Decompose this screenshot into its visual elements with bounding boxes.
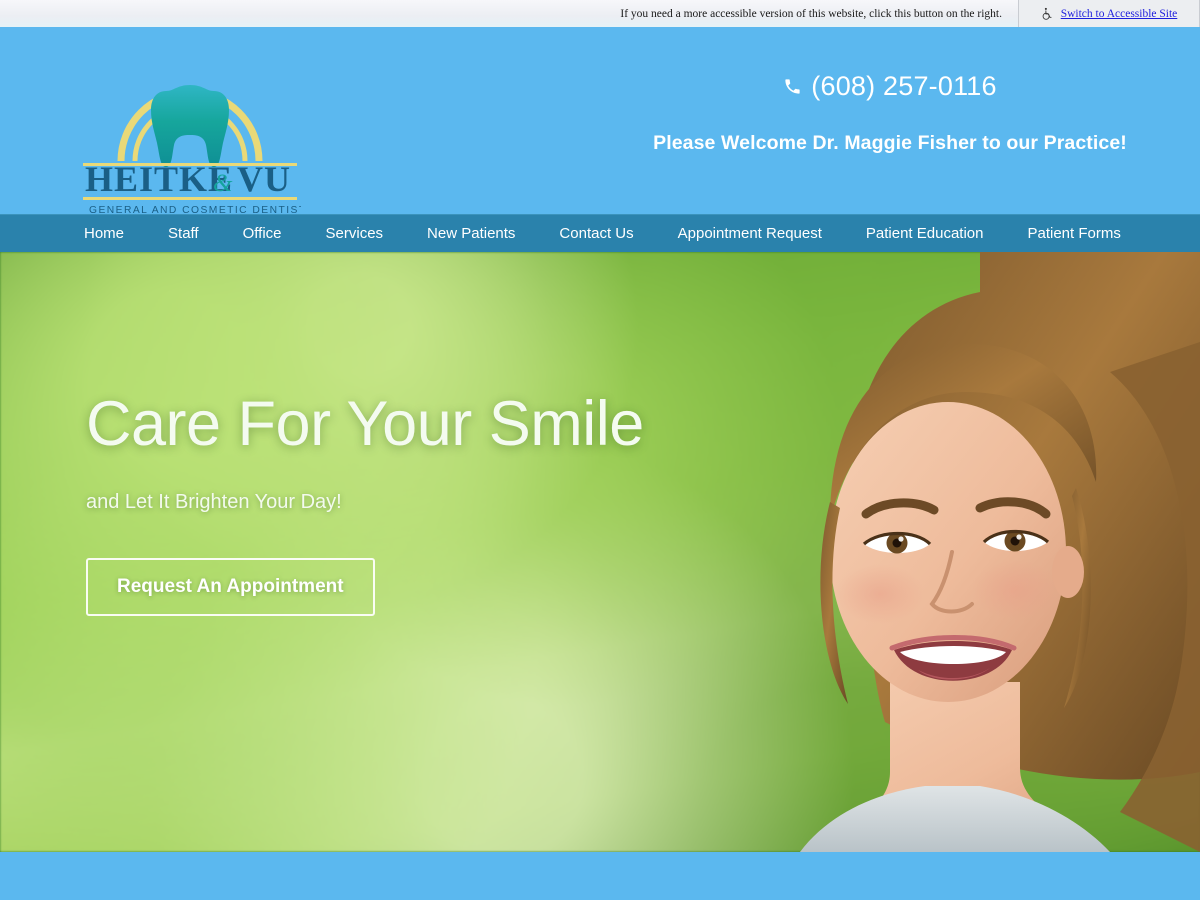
phone-number-text: (608) 257-0116: [811, 71, 997, 101]
hero-copy: Care For Your Smile and Let It Brighten …: [86, 393, 644, 616]
nav-item-office[interactable]: Office: [243, 225, 282, 242]
accessible-site-link[interactable]: Switch to Accessible Site: [1061, 8, 1178, 20]
nav-item-patient-forms[interactable]: Patient Forms: [1027, 225, 1120, 242]
hero-portrait-photo: [680, 252, 1200, 852]
hero-title: Care For Your Smile: [86, 389, 644, 459]
accessibility-message: If you need a more accessible version of…: [620, 7, 1002, 20]
nav-item-services[interactable]: Services: [326, 225, 384, 242]
hero-banner: Care For Your Smile and Let It Brighten …: [0, 252, 1200, 852]
accessibility-bar: If you need a more accessible version of…: [0, 0, 1200, 27]
site-header: HEITKE & VU GENERAL AND COSMETIC DENTIST…: [0, 27, 1200, 217]
request-appointment-button[interactable]: Request An Appointment: [86, 558, 375, 616]
phone-icon: [783, 77, 802, 96]
site-logo[interactable]: HEITKE & VU GENERAL AND COSMETIC DENTIST…: [79, 57, 301, 217]
wheelchair-icon: [1041, 7, 1054, 21]
svg-text:&: &: [213, 170, 233, 197]
nav-item-contact-us[interactable]: Contact Us: [559, 225, 633, 242]
header-announcement: Please Welcome Dr. Maggie Fisher to our …: [653, 132, 1127, 154]
main-navigation: Home Staff Office Services New Patients …: [0, 214, 1200, 252]
nav-item-patient-education[interactable]: Patient Education: [866, 225, 984, 242]
nav-item-staff[interactable]: Staff: [168, 225, 199, 242]
hero-subtitle: and Let It Brighten Your Day!: [86, 491, 342, 513]
phone-number-link[interactable]: (608) 257-0116: [620, 71, 1160, 102]
switch-to-accessible-site-button[interactable]: Switch to Accessible Site: [1018, 0, 1200, 27]
logo-graphic: HEITKE & VU GENERAL AND COSMETIC DENTIST…: [83, 85, 301, 216]
svg-text:VU: VU: [237, 159, 291, 199]
nav-item-new-patients[interactable]: New Patients: [427, 225, 515, 242]
nav-item-appointment-request[interactable]: Appointment Request: [678, 225, 822, 242]
svg-text:GENERAL AND COSMETIC DENTISTRY: GENERAL AND COSMETIC DENTISTRY: [89, 205, 301, 216]
svg-text:HEITKE: HEITKE: [85, 159, 233, 199]
nav-item-home[interactable]: Home: [84, 225, 124, 242]
header-contact-block: (608) 257-0116 Please Welcome Dr. Maggie…: [620, 71, 1160, 155]
